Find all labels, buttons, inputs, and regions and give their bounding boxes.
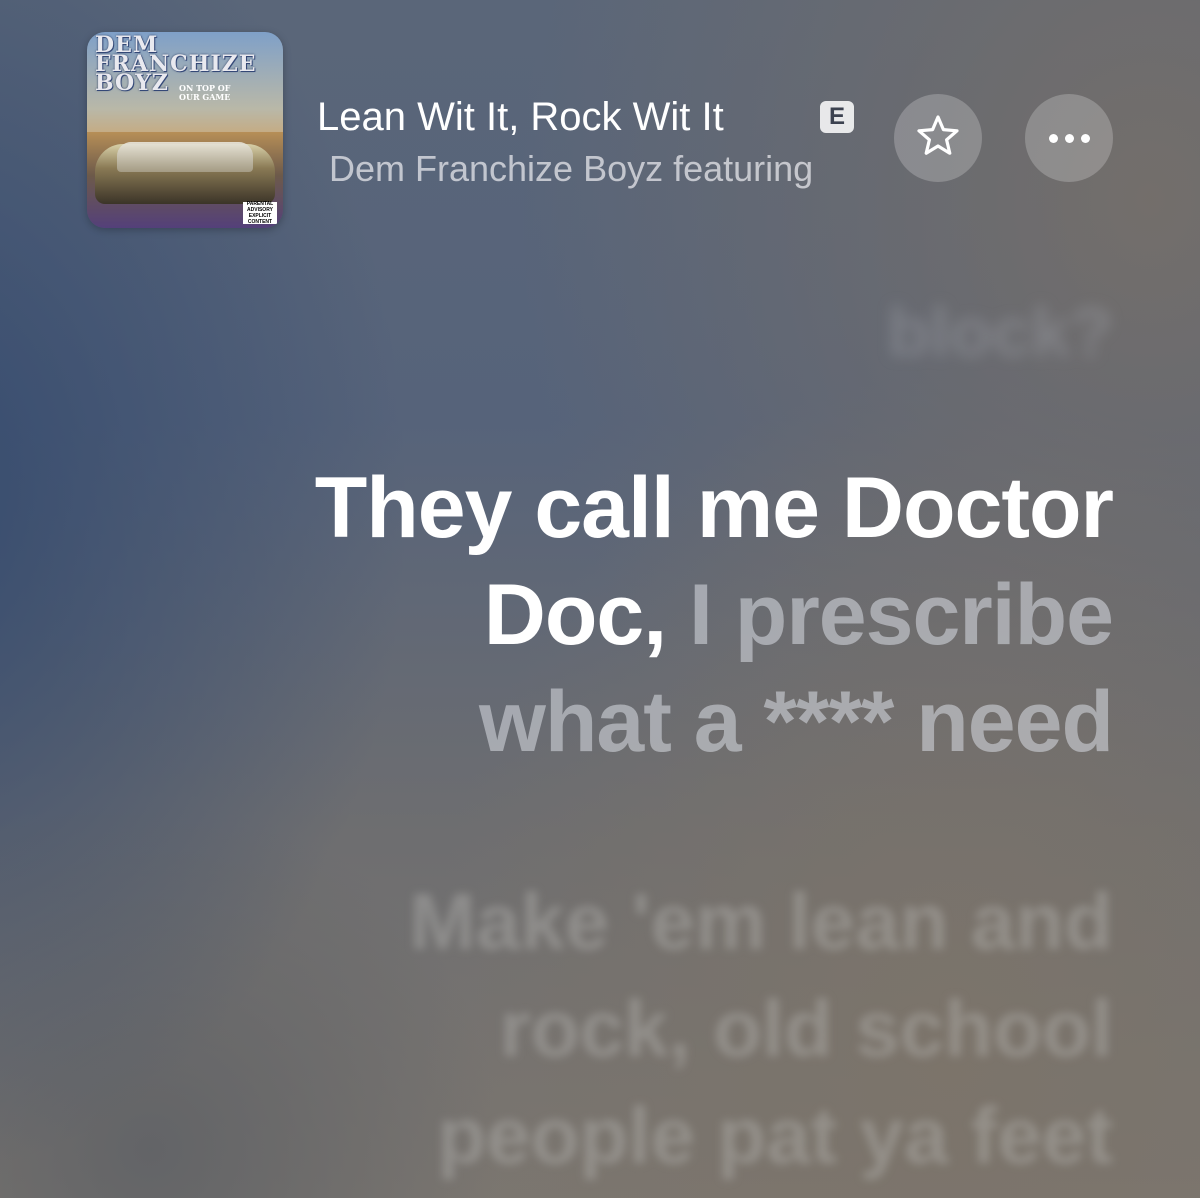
favorite-button[interactable] [894,94,982,182]
album-artwork[interactable]: DEM FRANCHIZE BOYZ ON TOP OF OUR GAME PA… [87,32,283,228]
lyric-unsung-text: what a **** need [479,674,1114,770]
more-options-button[interactable] [1025,94,1113,182]
parental-advisory-label: PARENTAL ADVISORY EXPLICIT CONTENT [243,201,277,225]
now-playing-header: DEM FRANCHIZE BOYZ ON TOP OF OUR GAME PA… [0,0,1200,240]
lyric-sung-text: They call me Doctor [314,460,1114,556]
song-title[interactable]: Lean Wit It, Rock Wit It [317,94,724,140]
lyric-next-line: Make 'em lean and [409,877,1113,966]
star-icon [914,112,962,165]
lyric-next-line: rock, old school [499,984,1113,1073]
lyric-current-line-1: They call me Doctor [314,455,1114,562]
artist-name: Dem Franchize Boyz featuring [329,148,814,189]
explicit-badge: E [820,101,854,133]
artwork-album-subtitle: ON TOP OF OUR GAME [179,83,231,102]
lyric-line-previous[interactable]: block? [887,282,1113,382]
lyric-line-current[interactable]: They call me Doctor Doc, I prescribe wha… [314,455,1114,776]
lyric-unsung-text: I prescribe [666,567,1114,663]
lyric-line-next[interactable]: Make 'em lean and rock, old school peopl… [409,868,1113,1189]
lyric-current-line-2: Doc, I prescribe [315,562,1114,669]
lyric-next-line: people pat ya feet [437,1091,1113,1180]
more-icon [1048,133,1090,143]
artist-container[interactable]: Dem Franchize Boyz featuring [329,146,885,192]
artwork-windshield [117,142,253,172]
lyric-sung-text: Doc, [483,567,667,663]
lyric-current-line-3: what a **** need [315,669,1114,776]
